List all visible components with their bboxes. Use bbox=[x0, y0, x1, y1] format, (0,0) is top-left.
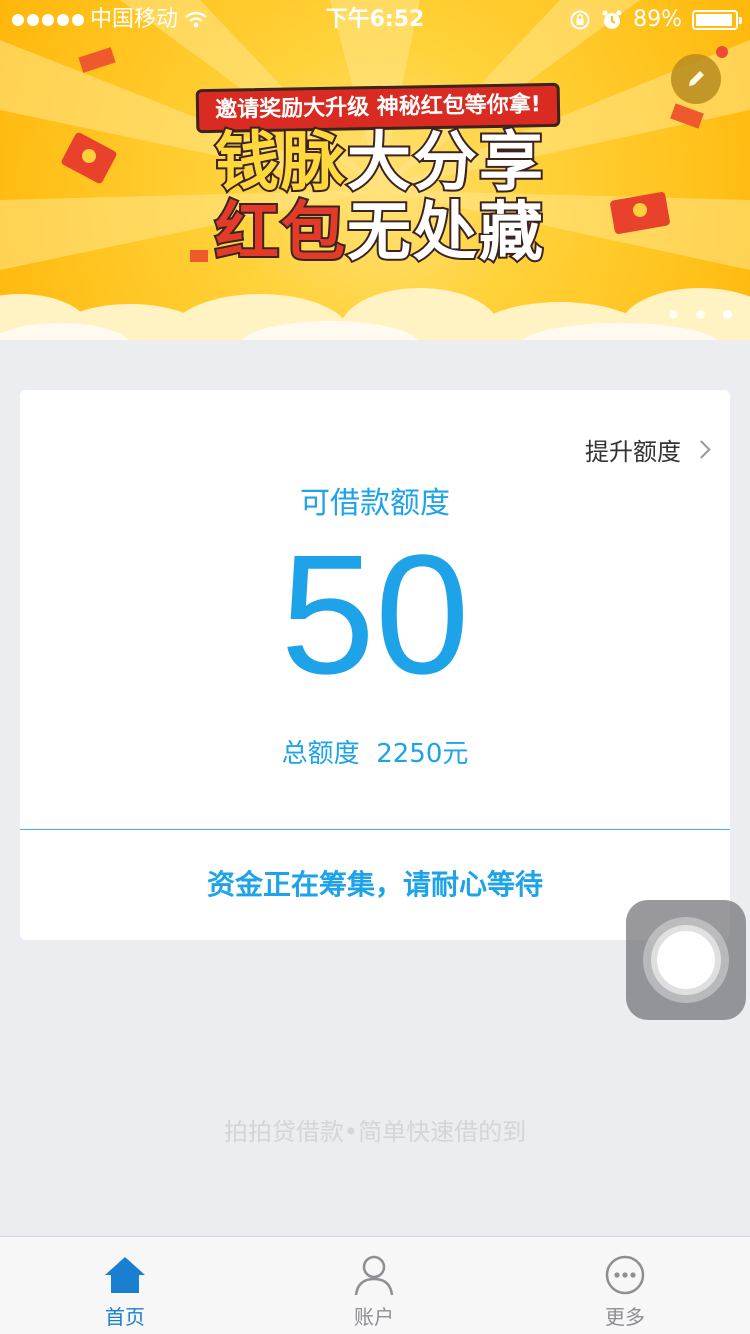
user-icon bbox=[354, 1255, 394, 1296]
footer-slogan: 拍拍贷借款•简单快速借的到 bbox=[223, 1118, 527, 1146]
promo-banner[interactable]: 中国移动 下午6:52 89% 邀请奖励大升级 神秘红包等你拿! 钱脉大分享 红… bbox=[0, 0, 750, 340]
pencil-icon bbox=[689, 71, 704, 86]
status-bar: 中国移动 下午6:52 89% bbox=[0, 0, 750, 40]
promo-title: 钱脉大分享 红包无处藏 bbox=[213, 126, 545, 270]
home-icon bbox=[105, 1257, 145, 1293]
chevron-right-icon bbox=[692, 440, 711, 459]
edit-button[interactable] bbox=[671, 54, 721, 104]
total-limit-amount: 2250元 bbox=[376, 739, 469, 769]
more-icon bbox=[605, 1255, 645, 1295]
notification-dot bbox=[716, 46, 728, 58]
raise-limit-label: 提升额度 bbox=[585, 438, 681, 466]
pager-dot[interactable] bbox=[669, 310, 678, 319]
red-packet-icon bbox=[61, 132, 117, 184]
total-limit-label: 总额度 bbox=[281, 739, 360, 769]
tab-account[interactable]: 账户 bbox=[324, 1253, 424, 1330]
raise-limit-link[interactable]: 提升额度 bbox=[585, 432, 711, 467]
rotation-lock-icon bbox=[570, 10, 590, 30]
banner-pager[interactable] bbox=[669, 310, 732, 319]
battery-percent: 89% bbox=[633, 7, 682, 32]
loan-limit-card: 提升额度 可借款额度 50 总额度 2250元 资金正在筹集，请耐心等待 bbox=[20, 390, 730, 940]
pager-dot[interactable] bbox=[696, 310, 705, 319]
battery-icon bbox=[692, 10, 742, 30]
assistive-touch-button[interactable] bbox=[626, 900, 746, 1020]
alarm-icon bbox=[602, 10, 622, 29]
available-limit-amount: 50 bbox=[280, 520, 470, 710]
available-limit-label: 可借款额度 bbox=[300, 486, 450, 521]
pager-dot-active[interactable] bbox=[723, 310, 732, 319]
funding-status-message: 资金正在筹集，请耐心等待 bbox=[206, 868, 543, 901]
tab-bar: 首页 账户 更多 bbox=[0, 1236, 750, 1334]
tab-home[interactable]: 首页 bbox=[75, 1253, 175, 1330]
tab-more[interactable]: 更多 bbox=[575, 1253, 675, 1330]
total-limit: 总额度 2250元 bbox=[20, 733, 730, 770]
